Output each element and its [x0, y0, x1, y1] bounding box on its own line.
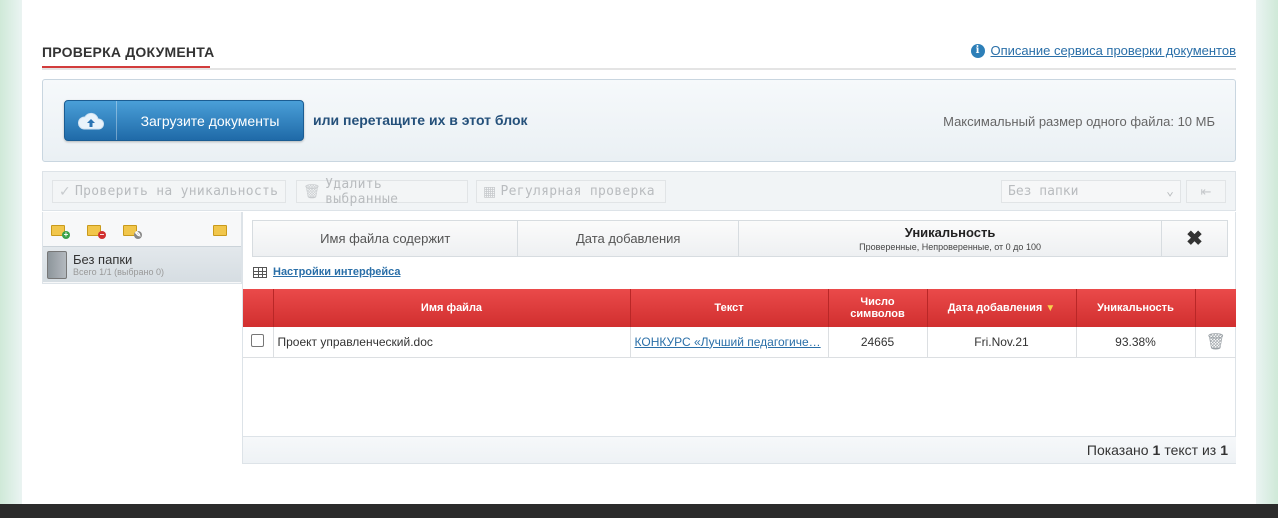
drop-hint: или перетащите их в этот блок	[313, 112, 528, 128]
col-filename[interactable]: Имя файла	[273, 289, 631, 327]
edit-folder-icon[interactable]: ✎	[123, 223, 142, 239]
table-icon	[253, 266, 267, 278]
actions-column-header	[1195, 289, 1236, 327]
clear-filters-button[interactable]: ✖	[1162, 221, 1227, 256]
folder-select[interactable]: Без папки ⌄	[1001, 180, 1181, 203]
check-circle-icon: ✓	[59, 183, 72, 200]
col-chars[interactable]: Число символов	[828, 289, 928, 327]
site-footer	[0, 504, 1278, 518]
row-uniqueness: 93.38%	[1076, 327, 1196, 358]
calendar-icon: ▦	[483, 183, 497, 200]
pagination-summary: Показано 1 текст из 1	[243, 436, 1236, 463]
col-uniqueness[interactable]: Уникальность	[1076, 289, 1196, 327]
filter-date[interactable]: Дата добавления	[518, 221, 739, 256]
regular-check-button[interactable]: ▦ Регулярная проверка	[476, 180, 666, 203]
trash-icon: 🗑	[303, 183, 322, 200]
table-row: Проект управленческий.doc КОНКУРС «Лучши…	[243, 327, 1236, 358]
folder-icon	[47, 250, 67, 279]
help-link-group[interactable]: i Описание сервиса проверки документов	[970, 43, 1236, 58]
folder-name: Без папки	[73, 252, 133, 267]
interface-settings-link[interactable]: Настройки интерфейса	[273, 266, 400, 278]
check-uniqueness-button[interactable]: ✓ Проверить на уникальность	[52, 180, 286, 203]
folder-count: Всего 1/1 (выбрано 0)	[73, 267, 165, 277]
upload-button[interactable]: Загрузите документы	[64, 100, 304, 141]
upload-dropzone[interactable]: Загрузите документы или перетащите их в …	[42, 79, 1236, 162]
sort-down-icon: ▼	[1045, 302, 1056, 314]
max-size-text: Максимальный размер одного файла: 10 МБ	[943, 114, 1215, 129]
folder-item-no-folder[interactable]: Без папки Всего 1/1 (выбрано 0)	[43, 246, 241, 282]
add-folder-icon[interactable]: +	[51, 223, 70, 239]
delete-row-icon[interactable]: 🗑	[1206, 334, 1226, 351]
filter-uniqueness[interactable]: Уникальность Проверенные, Непроверенные,…	[739, 221, 1163, 256]
folder-move-icon: ⇤	[1200, 183, 1212, 199]
files-table: Имя файла Текст Число символов Дата доба…	[243, 289, 1236, 358]
upload-button-label: Загрузите документы	[140, 112, 280, 129]
title-underline	[42, 66, 210, 68]
folders-icon[interactable]	[213, 223, 229, 236]
page: ПРОВЕРКА ДОКУМЕНТА i Описание сервиса пр…	[22, 0, 1256, 504]
move-to-folder-button[interactable]: ⇤	[1186, 180, 1226, 203]
interface-settings[interactable]: Настройки интерфейса	[253, 266, 400, 278]
page-header: ПРОВЕРКА ДОКУМЕНТА i Описание сервиса пр…	[42, 40, 1236, 70]
row-checkbox[interactable]	[251, 333, 265, 347]
delete-selected-button[interactable]: 🗑 Удалить выбранные	[296, 177, 468, 207]
col-text[interactable]: Текст	[630, 289, 829, 327]
filter-filename[interactable]: Имя файла содержит	[253, 221, 519, 256]
row-date: Fri.Nov.21	[927, 327, 1077, 358]
row-text-link[interactable]: КОНКУРС «Лучший педагогиче…	[635, 335, 821, 349]
cloud-upload-icon	[65, 101, 117, 140]
info-icon: i	[970, 43, 985, 58]
folders-panel: + – ✎ Без папки Всего 1/1 (выбрано 0)	[42, 212, 242, 284]
col-date[interactable]: Дата добавления ▼	[927, 289, 1077, 327]
row-actions: 🗑	[1195, 327, 1236, 358]
close-icon: ✖	[1186, 228, 1203, 250]
folder-actions: + – ✎	[43, 212, 241, 246]
help-link[interactable]: Описание сервиса проверки документов	[991, 43, 1236, 58]
filter-bar: Имя файла содержит Дата добавления Уника…	[252, 220, 1228, 257]
row-select	[243, 327, 274, 358]
files-panel: Имя файла содержит Дата добавления Уника…	[242, 212, 1236, 464]
delete-folder-icon[interactable]: –	[87, 223, 106, 239]
row-text: КОНКУРС «Лучший педагогиче…	[630, 327, 829, 358]
page-title: ПРОВЕРКА ДОКУМЕНТА	[42, 44, 215, 60]
row-chars: 24665	[828, 327, 928, 358]
row-filename: Проект управленческий.doc	[273, 327, 631, 358]
chevron-down-icon: ⌄	[1166, 184, 1174, 199]
select-column-header	[243, 289, 274, 327]
toolbar: ✓ Проверить на уникальность 🗑 Удалить вы…	[42, 171, 1236, 211]
